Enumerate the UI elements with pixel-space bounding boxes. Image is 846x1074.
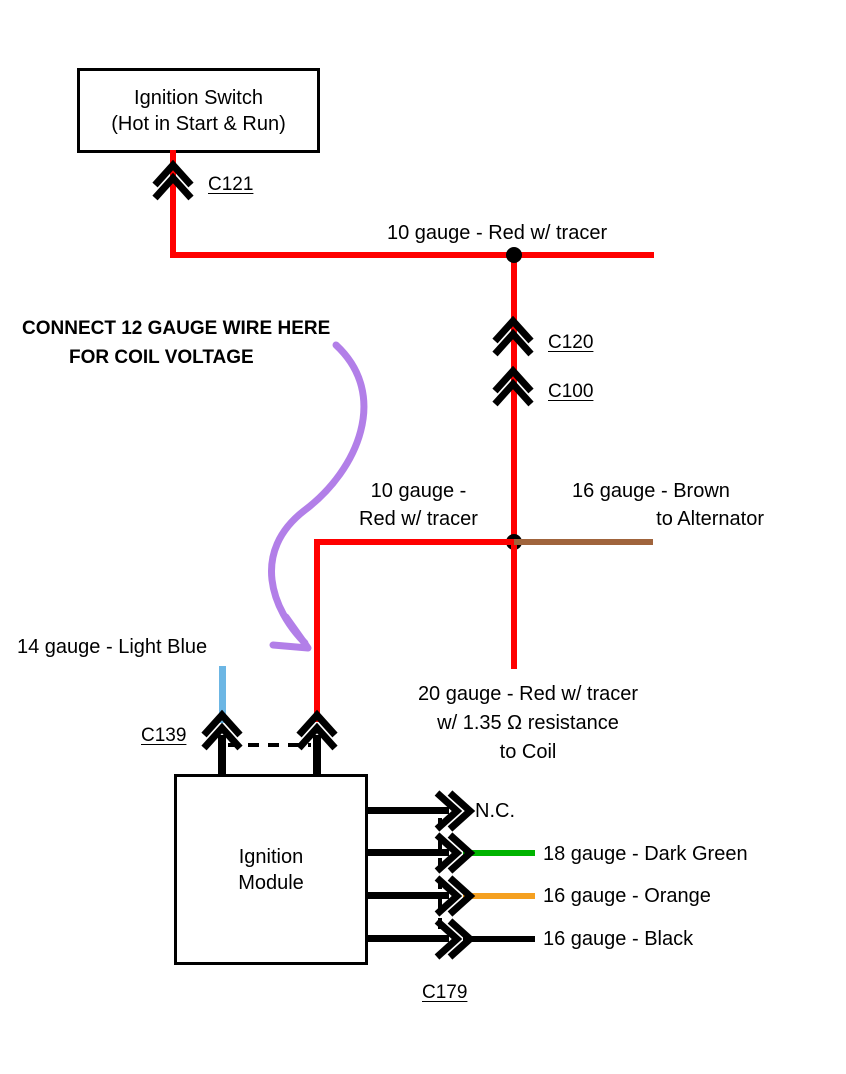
module-output-lead-4: [366, 935, 449, 942]
label-mid-left-wire-line2: Red w/ tracer: [359, 508, 478, 530]
label-alternator-line1: 16 gauge - Brown: [572, 480, 730, 502]
output-label-3: 16 gauge - Orange: [543, 885, 711, 907]
callout-text-line1: CONNECT 12 GAUGE WIRE HERE: [22, 318, 331, 339]
module-output-lead-3: [366, 892, 449, 899]
connector-label-c120: C120: [548, 332, 594, 353]
ignition-switch-box: Ignition Switch (Hot in Start & Run): [77, 68, 320, 153]
diagram-symbols-overlay: [152, 159, 534, 960]
connector-label-c139: C139: [141, 725, 187, 746]
ignition-module-title: Ignition: [238, 845, 304, 868]
label-light-blue-wire: 14 gauge - Light Blue: [17, 636, 208, 658]
label-alternator-line2: to Alternator: [656, 508, 764, 530]
wire-alternator-brown: [514, 539, 653, 545]
wire-switch-to-bus: [170, 150, 176, 258]
connector-c179-icon: [434, 790, 476, 960]
label-coil-line3: to Coil: [499, 741, 557, 763]
wire-top-bus: [170, 252, 654, 258]
wire-mid-to-module: [314, 539, 320, 722]
module-output-lead-1: [366, 807, 449, 814]
module-pin-right-stub: [313, 735, 321, 777]
wire-to-coil: [511, 539, 517, 669]
wire-light-blue: [219, 666, 226, 723]
callout-text-line2: FOR COIL VOLTAGE: [69, 347, 254, 368]
output-label-1: N.C.: [475, 800, 515, 822]
label-coil-line1: 20 gauge - Red w/ tracer: [417, 683, 639, 705]
connector-label-c179: C179: [422, 982, 468, 1003]
connector-label-c100: C100: [548, 381, 594, 402]
module-output-lead-2: [366, 849, 449, 856]
label-mid-left-wire-line1: 10 gauge -: [370, 480, 467, 502]
output-wire-black: [463, 936, 535, 942]
junction-dot-top: [506, 247, 522, 263]
wire-bus-to-mid-junction: [511, 252, 517, 544]
label-top-bus-wire: 10 gauge - Red w/ tracer: [387, 222, 608, 244]
connector-label-c121: C121: [208, 174, 254, 195]
ignition-module-subtitle: Module: [238, 871, 304, 894]
ignition-module-box: Ignition Module: [174, 774, 368, 965]
wiring-diagram-canvas: Ignition Switch (Hot in Start & Run) Ign…: [0, 0, 846, 1074]
output-label-2: 18 gauge - Dark Green: [543, 843, 748, 865]
label-coil-line2: w/ 1.35 Ω resistance: [437, 712, 619, 734]
output-label-4: 16 gauge - Black: [543, 928, 694, 950]
ignition-switch-title: Ignition Switch: [134, 86, 263, 109]
ignition-switch-subtitle: (Hot in Start & Run): [111, 112, 286, 135]
output-wire-dark-green: [463, 850, 535, 856]
output-wire-orange: [463, 893, 535, 899]
module-pin-left-stub: [218, 735, 226, 777]
wire-mid-horizontal: [314, 539, 514, 545]
